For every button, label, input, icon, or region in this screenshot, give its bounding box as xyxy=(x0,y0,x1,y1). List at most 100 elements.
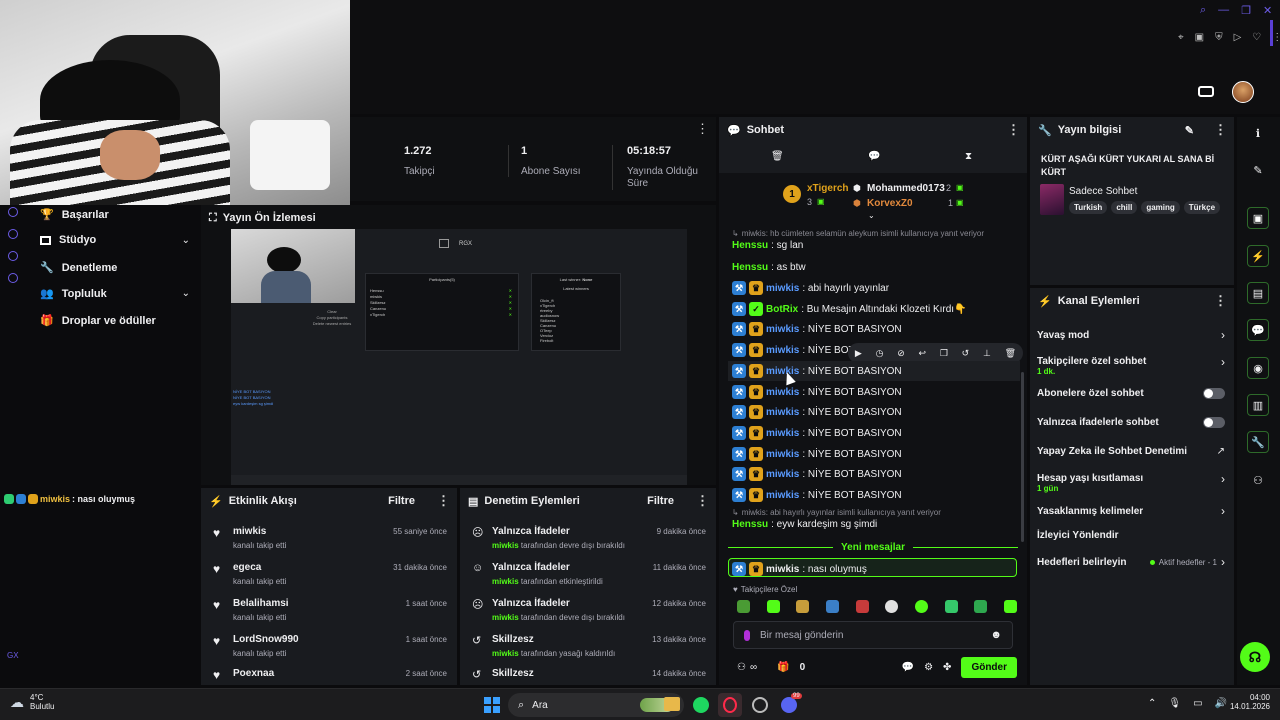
chat-user[interactable]: miwkis xyxy=(766,490,799,501)
mic-icon[interactable]: 🎙 xyxy=(1168,698,1181,709)
chat-user[interactable]: miwkis xyxy=(766,407,799,418)
file-explorer-icon[interactable] xyxy=(664,697,680,711)
action-banned-words[interactable]: Yasaklanmış kelimeler › xyxy=(1037,504,1225,518)
emote-icon[interactable] xyxy=(944,600,958,613)
chat-user[interactable]: miwkis xyxy=(766,564,799,575)
taskbar-search[interactable]: ⌕ Ara xyxy=(508,693,684,717)
trash-icon[interactable]: 🗑 xyxy=(771,151,784,162)
hourglass-icon[interactable]: ⧗ xyxy=(965,151,972,162)
chat-message[interactable]: ⚒ ♛ miwkis : NİYE BOT BASIYON xyxy=(732,467,902,481)
stream-info-menu-icon[interactable]: ⋮ xyxy=(1214,122,1227,138)
channel-actions-menu-icon[interactable]: ⋮ xyxy=(1214,293,1227,309)
gear-icon[interactable]: ⚙ xyxy=(924,662,933,673)
rail-icon[interactable] xyxy=(8,207,18,217)
stats-menu-icon[interactable]: ⋮ xyxy=(696,121,709,137)
nav-item-studio[interactable]: Stüdyo ⌄ xyxy=(40,234,190,246)
chat-message[interactable]: ⚒ ♛ miwkis : NİYE BOT BASIYON xyxy=(732,447,902,461)
chat-user[interactable]: miwkis xyxy=(766,345,799,356)
copy-icon[interactable]: ❐ xyxy=(940,348,948,359)
send-button[interactable]: Gönder xyxy=(961,656,1017,678)
pin-icon[interactable]: ⊥ xyxy=(983,348,991,359)
activity-filter[interactable]: Filtre xyxy=(388,495,415,507)
add-panel-icon[interactable]: ⚇ xyxy=(1247,469,1269,491)
restore-icon[interactable]: ❐ xyxy=(1241,4,1251,17)
tag[interactable]: Türkçe xyxy=(1183,201,1221,214)
discord-icon[interactable] xyxy=(781,697,797,713)
collapse-icon[interactable]: ⌄ xyxy=(868,211,875,220)
message-input[interactable]: Bir mesaj gönderin ☻ xyxy=(733,621,1013,649)
layout-icon[interactable]: ▥ xyxy=(1247,394,1269,416)
emote-icon[interactable] xyxy=(885,600,899,613)
emote-icon[interactable] xyxy=(855,600,869,613)
activity-menu-icon[interactable]: ⋮ xyxy=(437,493,450,509)
chat-message[interactable]: ⚒ ♛ miwkis : NİYE BOT BASIYON xyxy=(732,364,902,378)
nav-item-achievements[interactable]: 🏆 Başarılar xyxy=(40,208,109,222)
minimize-icon[interactable]: — xyxy=(1218,4,1229,17)
action-slow-mode[interactable]: Yavaş mod › xyxy=(1037,328,1225,342)
tag[interactable]: gaming xyxy=(1141,201,1180,214)
chat-message[interactable]: ⚒ ✓ BotRix : Bu Mesajın Altındaki Klozet… xyxy=(732,302,967,316)
chevron-up-icon[interactable]: ⌃ xyxy=(1148,698,1156,709)
edit-icon[interactable]: ✎ xyxy=(1185,124,1194,137)
action-followers-only[interactable]: Takipçilere özel sohbet 1 dk. › xyxy=(1037,353,1225,376)
emote-icon[interactable] xyxy=(1003,600,1017,613)
capture-icon[interactable]: ▣ xyxy=(1247,207,1269,229)
play-icon[interactable]: ▷ xyxy=(1234,32,1242,43)
network-icon[interactable]: ▭ xyxy=(1193,698,1202,709)
emote-icon[interactable] xyxy=(825,600,839,613)
info-icon[interactable]: ℹ xyxy=(1247,122,1269,144)
timeout-icon[interactable]: ◷ xyxy=(876,348,884,359)
pin-icon[interactable]: ⌖ xyxy=(1178,32,1184,43)
opera-icon[interactable] xyxy=(718,693,742,717)
reply-icon[interactable]: ↩ xyxy=(919,348,927,359)
speech-icon[interactable]: 💬 xyxy=(868,151,880,162)
chat-message[interactable]: ⚒ ♛ miwkis : NİYE BOT BASIYON xyxy=(732,488,902,502)
chat-message[interactable]: ⚒ ♛ miwkis : NİYE BOT BASIYON xyxy=(732,385,902,399)
chat-user[interactable]: Henssu xyxy=(732,240,768,251)
support-button[interactable]: ☊ xyxy=(1240,642,1270,672)
rail-icon[interactable] xyxy=(8,251,18,261)
moderation-filter[interactable]: Filtre xyxy=(647,495,674,507)
action-subs-only[interactable]: Abonelere özel sohbet xyxy=(1037,388,1225,399)
category-thumbnail[interactable] xyxy=(1040,184,1064,215)
vr-icon[interactable] xyxy=(1198,86,1214,97)
emote-icon[interactable] xyxy=(737,600,750,613)
chat-bubble-icon[interactable]: 💬 xyxy=(902,662,914,673)
chat-user[interactable]: miwkis xyxy=(766,449,799,460)
category-name[interactable]: Sadece Sohbet xyxy=(1069,186,1137,197)
heart-icon[interactable]: ♡ xyxy=(1252,32,1261,43)
broadcast-icon[interactable]: ◉ xyxy=(1247,357,1269,379)
nav-item-moderation[interactable]: 🔧 Denetleme xyxy=(40,261,117,275)
search-icon[interactable]: ⌕ xyxy=(1200,4,1206,17)
action-goals[interactable]: Hedefleri belirleyin Aktif hedefler - 1 … xyxy=(1037,555,1225,569)
clock[interactable]: 04:00 14.01.2026 xyxy=(1226,693,1270,711)
chat-user[interactable]: miwkis xyxy=(766,469,799,480)
emote-icon[interactable] xyxy=(766,600,780,613)
chat-user[interactable]: miwkis xyxy=(766,283,799,294)
chat-user[interactable]: BotRix xyxy=(766,304,798,315)
chat-message[interactable]: ⚒ ♛ miwkis : NİYE BOT BASIYON xyxy=(732,405,902,419)
chat-user[interactable]: miwkis xyxy=(766,387,799,398)
action-ai-moderation[interactable]: Yapay Zeka ile Sohbet Denetimi ↗ xyxy=(1037,446,1225,457)
edit-icon[interactable]: ✎ xyxy=(1247,159,1269,181)
bolt-icon[interactable]: ⚡ xyxy=(1247,245,1269,267)
subs-toggle[interactable] xyxy=(1203,388,1225,399)
rail-icon[interactable] xyxy=(8,229,18,239)
document-icon[interactable]: ▤ xyxy=(1247,282,1269,304)
action-emote-only[interactable]: Yalnızca ifadelerle sohbet xyxy=(1037,417,1225,428)
action-account-age[interactable]: Hesap yaşı kısıtlaması 1 gün › xyxy=(1037,470,1225,493)
chat-message[interactable]: Henssu : as btw xyxy=(732,262,806,273)
rail-icon[interactable] xyxy=(8,273,18,283)
emote-icon[interactable] xyxy=(914,600,928,613)
chat-message[interactable]: ⚒ ♛ miwkis : NİYE BOT BASIYON xyxy=(732,426,902,440)
shield-icon[interactable]: ⛨ xyxy=(1215,32,1223,43)
preview-video[interactable]: RGX Participants(5) Henssu miwkis Skillz… xyxy=(231,229,687,485)
weather-widget[interactable]: ☁ 4°C Bulutlu xyxy=(10,693,54,711)
gift-icon[interactable]: 🎁 xyxy=(777,662,789,673)
chat-user[interactable]: Henssu xyxy=(732,262,768,273)
undo-icon[interactable]: ↺ xyxy=(962,348,970,359)
chat-message[interactable]: Henssu : sg lan xyxy=(732,240,803,251)
capture-icon[interactable]: ▣ xyxy=(1195,32,1204,43)
chat-message[interactable]: ⚒ ♛ miwkis : NİYE BOT BASIYON xyxy=(732,322,902,336)
community-icon[interactable]: ⚇ xyxy=(737,662,746,673)
